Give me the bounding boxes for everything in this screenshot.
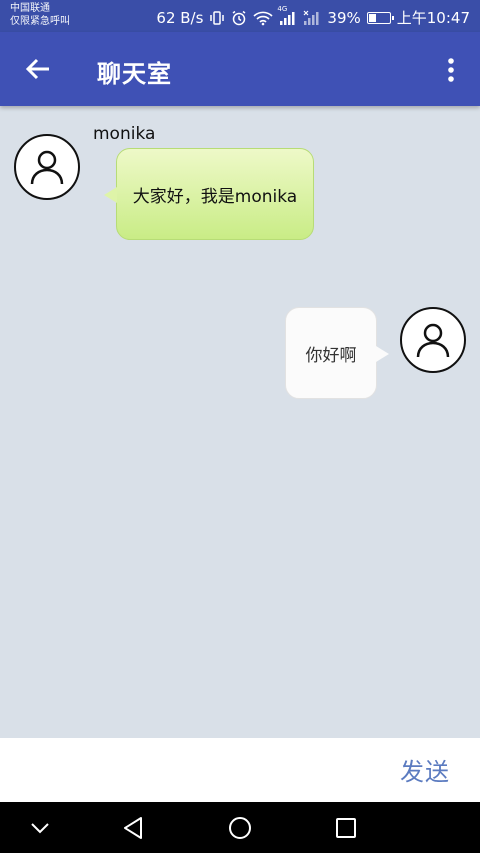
chevron-down-icon: [31, 823, 49, 834]
home-circle-icon: [229, 817, 251, 839]
message-text: 你好啊: [305, 345, 357, 366]
sender-avatar[interactable]: [14, 134, 80, 200]
nav-back-button[interactable]: [117, 812, 149, 844]
app-bar: 聊天室: [0, 32, 480, 106]
carrier-info: 中国联通 仅限紧急呼叫: [10, 2, 70, 28]
status-bar: 中国联通 仅限紧急呼叫 62 B/s 4G 39% 上午10:47: [0, 0, 480, 32]
battery-icon: [366, 11, 394, 24]
nav-recents-button[interactable]: [330, 812, 362, 844]
page-title: 聊天室: [97, 60, 172, 88]
clock: 上午10:47: [396, 9, 470, 27]
message-bubble-outgoing[interactable]: 你好啊: [285, 307, 389, 399]
back-triangle-icon: [124, 817, 142, 839]
chat-message-list[interactable]: monika 大家好，我是monika 你好啊: [0, 106, 480, 738]
arrow-left-icon: [25, 58, 49, 80]
signal-off-icon: [303, 10, 321, 26]
carrier-name: 中国联通: [10, 3, 50, 14]
sender-name: monika: [93, 124, 156, 144]
network-speed: 62 B/s: [156, 8, 204, 27]
wifi-icon: [253, 10, 273, 26]
hide-nav-button[interactable]: [24, 812, 56, 844]
network-type-badge: 4G: [277, 4, 288, 13]
battery-percent: 39%: [327, 8, 361, 27]
more-vertical-icon: [448, 58, 454, 82]
message-input[interactable]: [10, 746, 380, 794]
carrier-status: 仅限紧急呼叫: [10, 16, 70, 27]
alarm-icon: [231, 10, 247, 26]
back-button[interactable]: [18, 51, 58, 87]
recents-square-icon: [336, 818, 356, 838]
user-avatar-icon: [416, 323, 450, 358]
message-input-bar: 发送: [0, 738, 480, 802]
message-text: 大家好，我是monika: [132, 186, 298, 207]
nav-home-button[interactable]: [224, 812, 256, 844]
user-avatar-icon: [30, 150, 64, 185]
my-avatar[interactable]: [400, 307, 466, 373]
overflow-menu-button[interactable]: [436, 52, 466, 88]
message-bubble-incoming[interactable]: 大家好，我是monika: [104, 148, 314, 240]
send-button[interactable]: 发送: [400, 752, 450, 787]
vibrate-icon: [209, 10, 225, 26]
system-nav-bar: [0, 802, 480, 853]
signal-icon: 4G: [277, 5, 297, 26]
status-icons: 62 B/s 4G 39% 上午10:47: [156, 5, 470, 28]
